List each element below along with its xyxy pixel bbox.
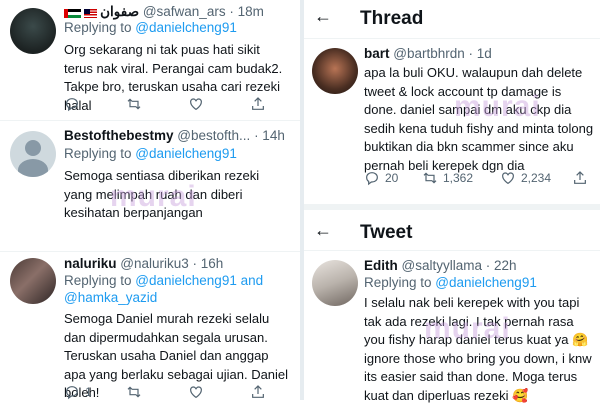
avatar[interactable] (10, 258, 56, 304)
replying-to-label: Replying to (64, 20, 136, 35)
retweet-button[interactable] (126, 384, 188, 400)
default-avatar-head (25, 140, 41, 156)
tweet-header: Edith @saltyyllama · 22h (364, 258, 517, 273)
mention-link[interactable]: @danielcheng91 (435, 275, 537, 290)
avatar[interactable] (312, 48, 358, 94)
reply-button[interactable]: 1 (64, 384, 126, 400)
thread-column: ← Thread bart @bartbhrdn · 1d apa la bul… (304, 0, 600, 403)
reply-tweet-3[interactable]: naluriku @naluriku3 · 16h Replying to @d… (0, 252, 300, 400)
display-name[interactable]: صفوان (100, 4, 139, 19)
tweet-header: naluriku @naluriku3 · 16h (64, 256, 223, 271)
avatar[interactable] (10, 131, 56, 177)
timestamp[interactable]: · 22h (486, 258, 517, 273)
tweet-header: bart @bartbhrdn · 1d (364, 46, 492, 61)
share-icon (252, 385, 264, 398)
default-avatar-body (18, 159, 48, 177)
section-divider (304, 204, 600, 210)
tweet-header: صفوان @safwan_ars · 18m (64, 4, 264, 20)
reply-tweet-2[interactable]: Bestofthebestmy @bestofth... · 14h Reply… (0, 121, 300, 252)
reply-icon (66, 386, 78, 400)
replying-to: Replying to @danielcheng91 and (64, 273, 263, 288)
retweet-button[interactable] (126, 96, 188, 112)
mention-link[interactable]: @danielcheng91 and (135, 273, 263, 288)
reply-count: 20 (385, 171, 399, 185)
back-arrow-icon[interactable]: ← (314, 220, 332, 241)
back-arrow-icon[interactable]: ← (314, 6, 332, 27)
retweet-icon (423, 172, 437, 184)
tweet-text: I selalu nak beli kerepek with you tapi … (364, 295, 592, 403)
reply-icon (366, 172, 378, 186)
display-name[interactable]: bart (364, 46, 390, 61)
tweet-text: apa la buli OKU. walaupun dah delete twe… (364, 65, 594, 173)
mention-link[interactable]: @danielcheng91 (135, 20, 237, 35)
retweet-icon (127, 386, 141, 398)
thread-title: Thread (360, 8, 424, 29)
like-count: 2,234 (521, 171, 552, 185)
header-divider (304, 250, 600, 251)
heart-icon (190, 386, 202, 399)
display-name[interactable]: Edith (364, 258, 398, 273)
retweet-count: 1,362 (443, 171, 474, 185)
flag-icons (64, 7, 100, 19)
retweet-icon (127, 98, 141, 110)
reply-tweet-1[interactable]: صفوان @safwan_ars · 18m Replying to @dan… (0, 0, 300, 121)
avatar[interactable] (10, 8, 56, 54)
retweet-button[interactable]: 1,362 (422, 170, 500, 186)
tweet-text: Semoga sentiasa diberikan rezeki yang me… (64, 168, 260, 220)
display-name[interactable]: Bestofthebestmy (64, 128, 174, 143)
replying-to: Replying to @danielcheng91 (64, 146, 237, 161)
tweet-actions: 1 (64, 384, 312, 400)
like-button[interactable]: 2,234 (500, 170, 572, 186)
share-icon (574, 171, 586, 184)
replying-to-label: Replying to (64, 273, 136, 288)
mention-link-2[interactable]: @hamka_yazid (64, 290, 157, 305)
share-icon (252, 97, 264, 110)
heart-icon (190, 98, 202, 111)
tweet-header: Bestofthebestmy @bestofth... · 14h (64, 128, 285, 143)
like-button[interactable] (188, 384, 250, 400)
timestamp[interactable]: · 1d (469, 46, 492, 61)
user-handle[interactable]: @bartbhrdn (393, 46, 465, 61)
tweet-actions: 20 1,362 2,234 (364, 170, 596, 186)
timestamp[interactable]: · 16h (193, 256, 224, 271)
avatar[interactable] (312, 260, 358, 306)
display-name[interactable]: naluriku (64, 256, 117, 271)
replying-to: Replying to @danielcheng91 (64, 20, 237, 35)
tweet-title: Tweet (360, 222, 413, 243)
reply-count: 1 (85, 385, 92, 399)
reply-icon (66, 98, 78, 112)
replying-to-label: Replying to (364, 275, 436, 290)
like-button[interactable] (188, 96, 250, 112)
user-handle[interactable]: @saltyyllama (402, 258, 482, 273)
mention-link[interactable]: @danielcheng91 (135, 146, 237, 161)
header-divider (304, 38, 600, 39)
replying-to: Replying to @danielcheng91 (364, 275, 537, 290)
user-handle[interactable]: @naluriku3 (120, 256, 189, 271)
user-handle[interactable]: @bestofth... (177, 128, 250, 143)
replies-column: صفوان @safwan_ars · 18m Replying to @dan… (0, 0, 300, 400)
replying-to-label: Replying to (64, 146, 136, 161)
share-button[interactable] (572, 170, 596, 186)
reply-button[interactable] (64, 96, 126, 112)
timestamp[interactable]: · 14h (254, 128, 285, 143)
tweet-actions (64, 96, 312, 112)
heart-icon (502, 172, 514, 185)
reply-button[interactable]: 20 (364, 170, 422, 186)
timestamp[interactable]: · 18m (229, 4, 264, 19)
user-handle[interactable]: @safwan_ars (143, 4, 226, 19)
